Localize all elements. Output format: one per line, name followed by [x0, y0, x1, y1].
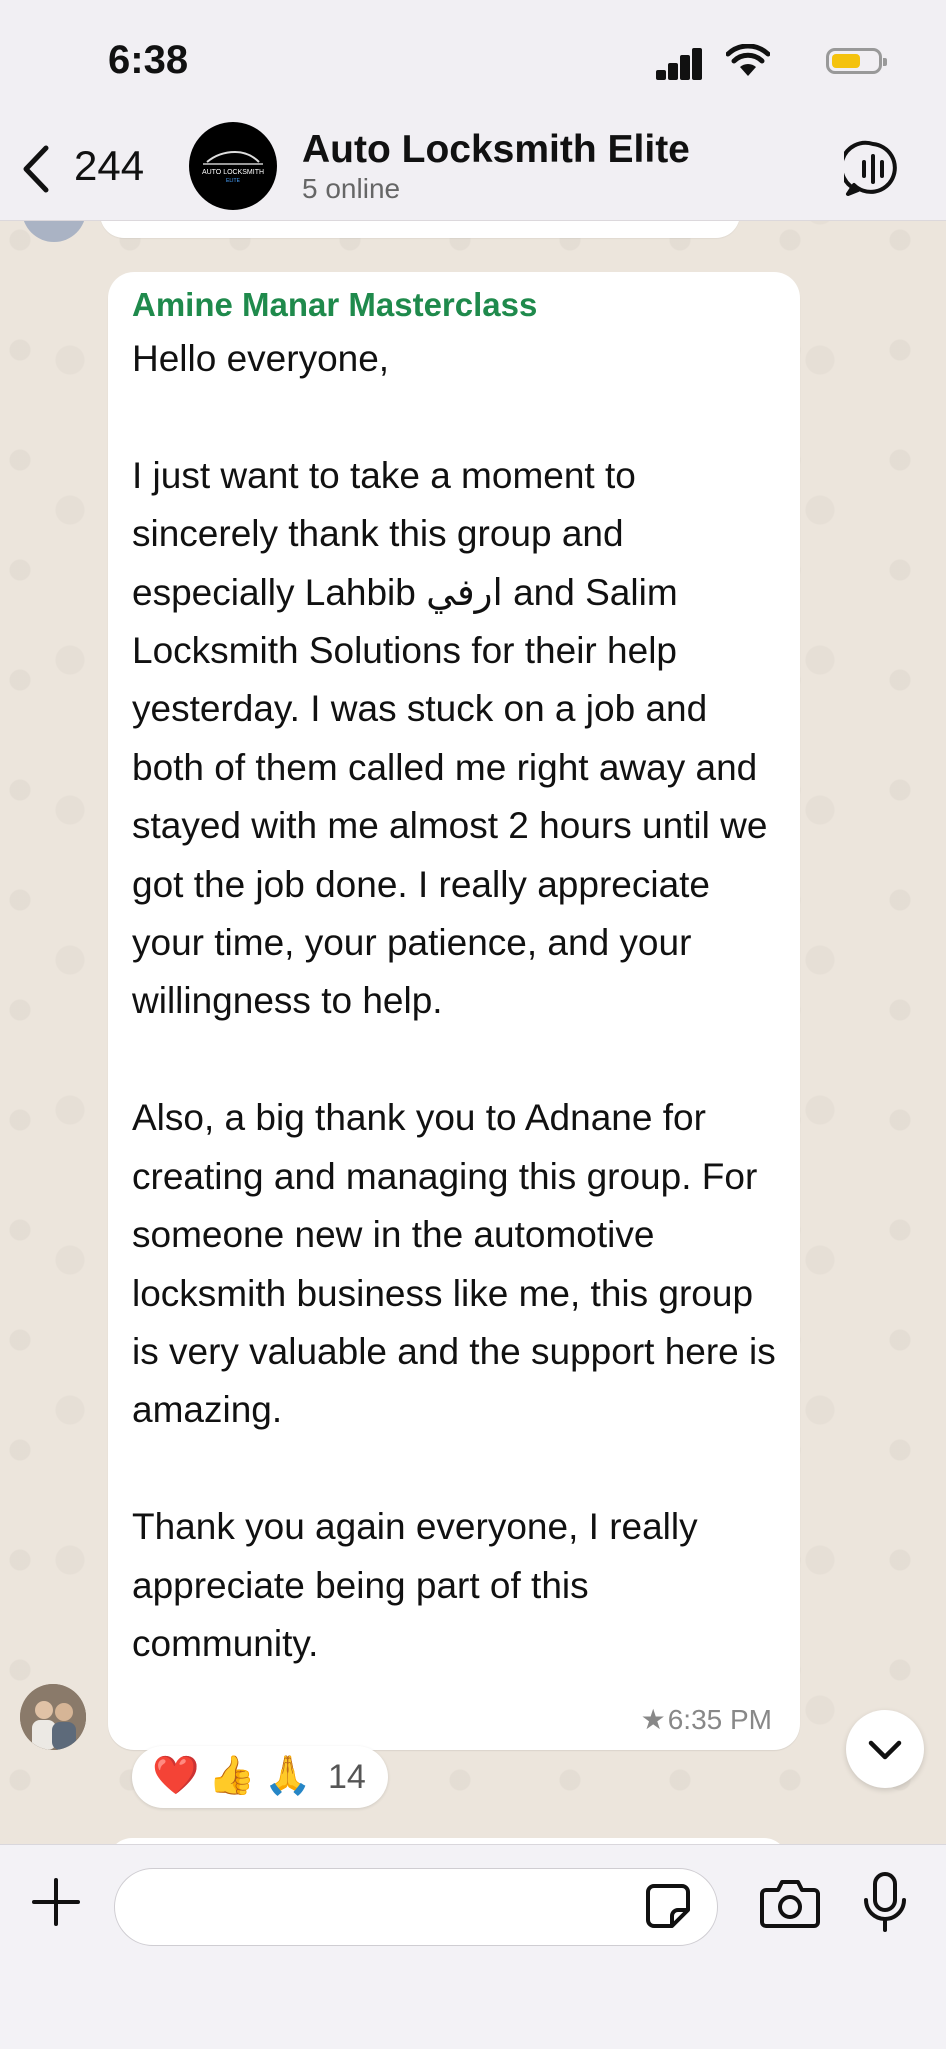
back-chevron-icon [23, 145, 49, 193]
svg-text:AUTO LOCKSMITH: AUTO LOCKSMITH [202, 169, 264, 176]
back-button[interactable]: 244 [18, 140, 153, 196]
svg-text:ELITE: ELITE [226, 178, 241, 184]
group-online-status: 5 online [302, 173, 401, 204]
group-avatar[interactable]: AUTO LOCKSMITH ELITE [189, 122, 277, 210]
sender-name[interactable]: Amine Manar Masterclass [132, 286, 537, 324]
message-bubble[interactable]: Amine Manar Masterclass Hello everyone, … [108, 272, 800, 1750]
reaction-thumbs-up: 👍 [208, 1755, 256, 1797]
avatar-photo [20, 1684, 86, 1750]
reaction-pray: 🙏 [264, 1755, 312, 1797]
message-input[interactable] [114, 1868, 718, 1946]
sender-avatar[interactable] [20, 1684, 86, 1750]
chevron-down-icon [868, 1740, 902, 1760]
wifi-icon [726, 44, 770, 76]
message-meta: ★6:35 PM [641, 1703, 772, 1736]
star-icon: ★ [640, 1704, 666, 1735]
reaction-count: 14 [328, 1758, 366, 1796]
group-logo: AUTO LOCKSMITH ELITE [202, 150, 264, 184]
scroll-to-bottom-button[interactable] [846, 1710, 924, 1788]
sticker-icon [646, 1884, 690, 1928]
camera-icon [760, 1880, 820, 1928]
message-time: 6:35 PM [667, 1704, 772, 1735]
microphone-button[interactable] [862, 1872, 908, 1934]
reactions-pill[interactable]: ❤️ 👍 🙏 14 [132, 1746, 388, 1808]
reaction-heart: ❤️ [152, 1755, 200, 1797]
unread-count: 244 [74, 142, 145, 189]
sticker-button[interactable] [644, 1882, 692, 1930]
call-waveform-icon [839, 140, 897, 196]
microphone-icon [864, 1872, 906, 1932]
camera-button[interactable] [760, 1876, 820, 1930]
battery-icon [826, 48, 887, 74]
chat-header: 6:38 244 AUTO LOCKSMITH ELITE Auto Locks… [0, 0, 946, 221]
attach-button[interactable] [30, 1876, 82, 1928]
cellular-signal-icon [656, 44, 702, 80]
group-name[interactable]: Auto Locksmith Elite [302, 128, 690, 172]
plus-icon [32, 1878, 80, 1926]
status-icons [656, 44, 887, 80]
status-time: 6:38 [108, 38, 189, 82]
message-text: Hello everyone, I just want to take a mo… [132, 338, 776, 1664]
voice-chat-button[interactable] [839, 140, 902, 198]
